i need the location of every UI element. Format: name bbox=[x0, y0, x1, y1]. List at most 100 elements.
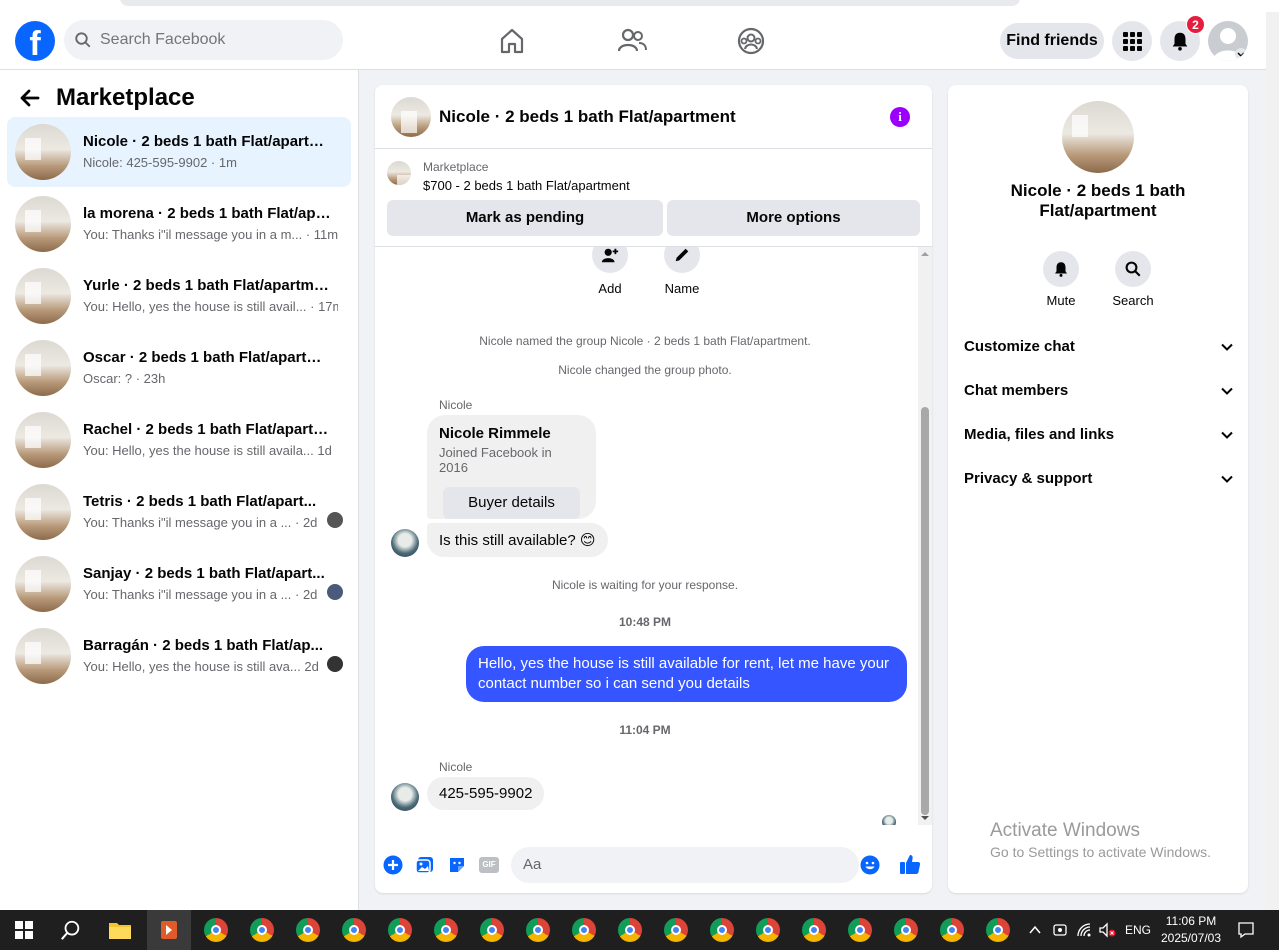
app-button[interactable] bbox=[147, 910, 191, 950]
chrome-window-button[interactable] bbox=[660, 914, 692, 946]
chrome-window-button[interactable] bbox=[706, 914, 738, 946]
scroll-thumb[interactable] bbox=[921, 407, 929, 815]
info-icon[interactable]: i bbox=[890, 107, 910, 127]
conversation-item[interactable]: Rachel · 2 beds 1 bath Flat/apartm... You… bbox=[7, 405, 351, 475]
chrome-window-button[interactable] bbox=[568, 914, 600, 946]
chevron-down-icon bbox=[1221, 475, 1233, 483]
chrome-window-button[interactable] bbox=[384, 914, 416, 946]
sticker-icon[interactable] bbox=[447, 855, 467, 875]
home-icon[interactable] bbox=[495, 24, 529, 58]
chrome-window-button[interactable] bbox=[982, 914, 1014, 946]
group-photo[interactable] bbox=[1062, 101, 1134, 173]
chat-scrollbar[interactable] bbox=[918, 247, 932, 825]
search-input[interactable] bbox=[100, 31, 320, 49]
thumbs-up-icon[interactable] bbox=[899, 853, 921, 875]
chrome-window-button[interactable] bbox=[246, 914, 278, 946]
message-input[interactable]: Aa bbox=[511, 847, 859, 883]
chrome-window-button[interactable] bbox=[798, 914, 830, 946]
conversation-item[interactable]: la morena · 2 beds 1 bath Flat/apar... Yo… bbox=[7, 189, 351, 259]
chrome-window-button[interactable] bbox=[522, 914, 554, 946]
add-member-action[interactable]: Add bbox=[580, 247, 640, 296]
buyer-details-button[interactable]: Buyer details bbox=[443, 487, 580, 519]
chrome-window-button[interactable] bbox=[844, 914, 876, 946]
details-title: Nicole · 2 beds 1 bath Flat/apartment bbox=[1010, 181, 1186, 220]
emoji-icon[interactable] bbox=[860, 855, 880, 875]
name-action[interactable]: Name bbox=[652, 247, 712, 296]
page-scrollbar[interactable] bbox=[1266, 12, 1279, 910]
my-message-bubble: Hello, yes the house is still available … bbox=[466, 646, 907, 702]
sender-avatar[interactable] bbox=[391, 529, 419, 557]
sender-name: Nicole bbox=[439, 760, 473, 774]
grid-menu-icon bbox=[1123, 32, 1142, 51]
conversation-item[interactable]: Barragán · 2 beds 1 bath Flat/ap... You: … bbox=[7, 621, 351, 691]
find-friends-button[interactable]: Find friends bbox=[1000, 23, 1104, 59]
conversation-preview: Nicole: 425-595-9902 · 1m bbox=[83, 155, 237, 170]
file-explorer-button[interactable] bbox=[104, 914, 136, 946]
chrome-icon bbox=[250, 918, 274, 942]
scroll-down-icon[interactable] bbox=[918, 813, 932, 823]
chrome-window-button[interactable] bbox=[430, 914, 462, 946]
chrome-window-button[interactable] bbox=[476, 914, 508, 946]
volume-muted-icon[interactable] bbox=[1098, 922, 1116, 938]
conversation-item[interactable]: Tetris · 2 beds 1 bath Flat/apart... You:… bbox=[7, 477, 351, 547]
listing-label: Marketplace bbox=[423, 160, 489, 174]
menu-button[interactable] bbox=[1112, 21, 1152, 61]
chevron-up-icon[interactable] bbox=[1028, 924, 1042, 936]
clock[interactable]: 11:06 PM 2025/07/03 bbox=[1160, 913, 1222, 947]
chrome-window-button[interactable] bbox=[200, 914, 232, 946]
chat-header: Nicole · 2 beds 1 bath Flat/apartment i bbox=[375, 85, 932, 149]
friends-icon[interactable] bbox=[615, 24, 649, 58]
profile-avatar[interactable] bbox=[1208, 21, 1248, 61]
chrome-window-button[interactable] bbox=[752, 914, 784, 946]
conversation-item[interactable]: Oscar · 2 beds 1 bath Flat/apartment Osca… bbox=[7, 333, 351, 403]
chat-members-row[interactable]: Chat members bbox=[964, 382, 1234, 399]
groups-icon[interactable] bbox=[734, 24, 768, 58]
conversation-item[interactable]: Nicole · 2 beds 1 bath Flat/apartm... Nic… bbox=[7, 117, 351, 187]
media-files-row[interactable]: Media, files and links bbox=[964, 426, 1234, 443]
chrome-window-button[interactable] bbox=[890, 914, 922, 946]
scroll-up-icon[interactable] bbox=[918, 249, 932, 259]
sender-avatar[interactable] bbox=[391, 783, 419, 811]
wifi-icon[interactable] bbox=[1076, 922, 1094, 938]
privacy-support-row[interactable]: Privacy & support bbox=[964, 470, 1234, 487]
mute-action[interactable]: Mute bbox=[1031, 251, 1091, 308]
chrome-window-button[interactable] bbox=[936, 914, 968, 946]
search-icon bbox=[75, 32, 91, 48]
sidebar-title: Marketplace bbox=[56, 84, 195, 111]
conversation-title: Barragán · 2 beds 1 bath Flat/ap... bbox=[83, 637, 324, 654]
chat-title[interactable]: Nicole · 2 beds 1 bath Flat/apartment bbox=[439, 107, 736, 127]
conversation-item[interactable]: Sanjay · 2 beds 1 bath Flat/apart... You:… bbox=[7, 549, 351, 619]
more-options-button[interactable]: More options bbox=[667, 200, 920, 236]
chrome-icon bbox=[434, 918, 458, 942]
chat-panel: Nicole · 2 beds 1 bath Flat/apartment i … bbox=[375, 85, 932, 893]
meet-now-icon[interactable] bbox=[1052, 922, 1068, 938]
chat-thumbnail[interactable] bbox=[391, 97, 431, 137]
conversation-title: Yurle · 2 beds 1 bath Flat/apartment bbox=[83, 277, 333, 294]
start-button[interactable] bbox=[8, 914, 40, 946]
system-message: Nicole changed the group photo. bbox=[558, 363, 732, 377]
language-indicator[interactable]: ENG bbox=[1125, 910, 1151, 950]
conversation-title: la morena · 2 beds 1 bath Flat/apar... bbox=[83, 205, 333, 222]
customize-chat-row[interactable]: Customize chat bbox=[964, 338, 1234, 355]
gif-icon[interactable]: GIF bbox=[479, 857, 499, 873]
chrome-window-button[interactable] bbox=[292, 914, 324, 946]
search-box[interactable] bbox=[64, 20, 343, 60]
windows-logo-icon bbox=[15, 921, 33, 939]
back-arrow-icon[interactable] bbox=[18, 86, 42, 110]
chrome-window-button[interactable] bbox=[614, 914, 646, 946]
listing-thumbnail[interactable] bbox=[387, 161, 411, 185]
taskbar-search-button[interactable] bbox=[55, 914, 87, 946]
chrome-window-button[interactable] bbox=[338, 914, 370, 946]
conversation-preview: You: Hello, yes the house is still avail… bbox=[83, 443, 332, 458]
listing-price[interactable]: $700 - 2 beds 1 bath Flat/apartment bbox=[423, 178, 630, 193]
facebook-logo[interactable]: f bbox=[15, 21, 55, 61]
search-action[interactable]: Search bbox=[1103, 251, 1163, 308]
browser-top-strip bbox=[0, 0, 1279, 12]
plus-circle-icon[interactable] bbox=[383, 855, 403, 875]
notification-center-icon[interactable] bbox=[1237, 921, 1255, 939]
photo-icon[interactable] bbox=[415, 855, 435, 875]
conversation-item[interactable]: Yurle · 2 beds 1 bath Flat/apartment You:… bbox=[7, 261, 351, 331]
mark-pending-button[interactable]: Mark as pending bbox=[387, 200, 663, 236]
name-label: Name bbox=[664, 281, 700, 296]
clock-date: 2025/07/03 bbox=[1160, 931, 1222, 945]
